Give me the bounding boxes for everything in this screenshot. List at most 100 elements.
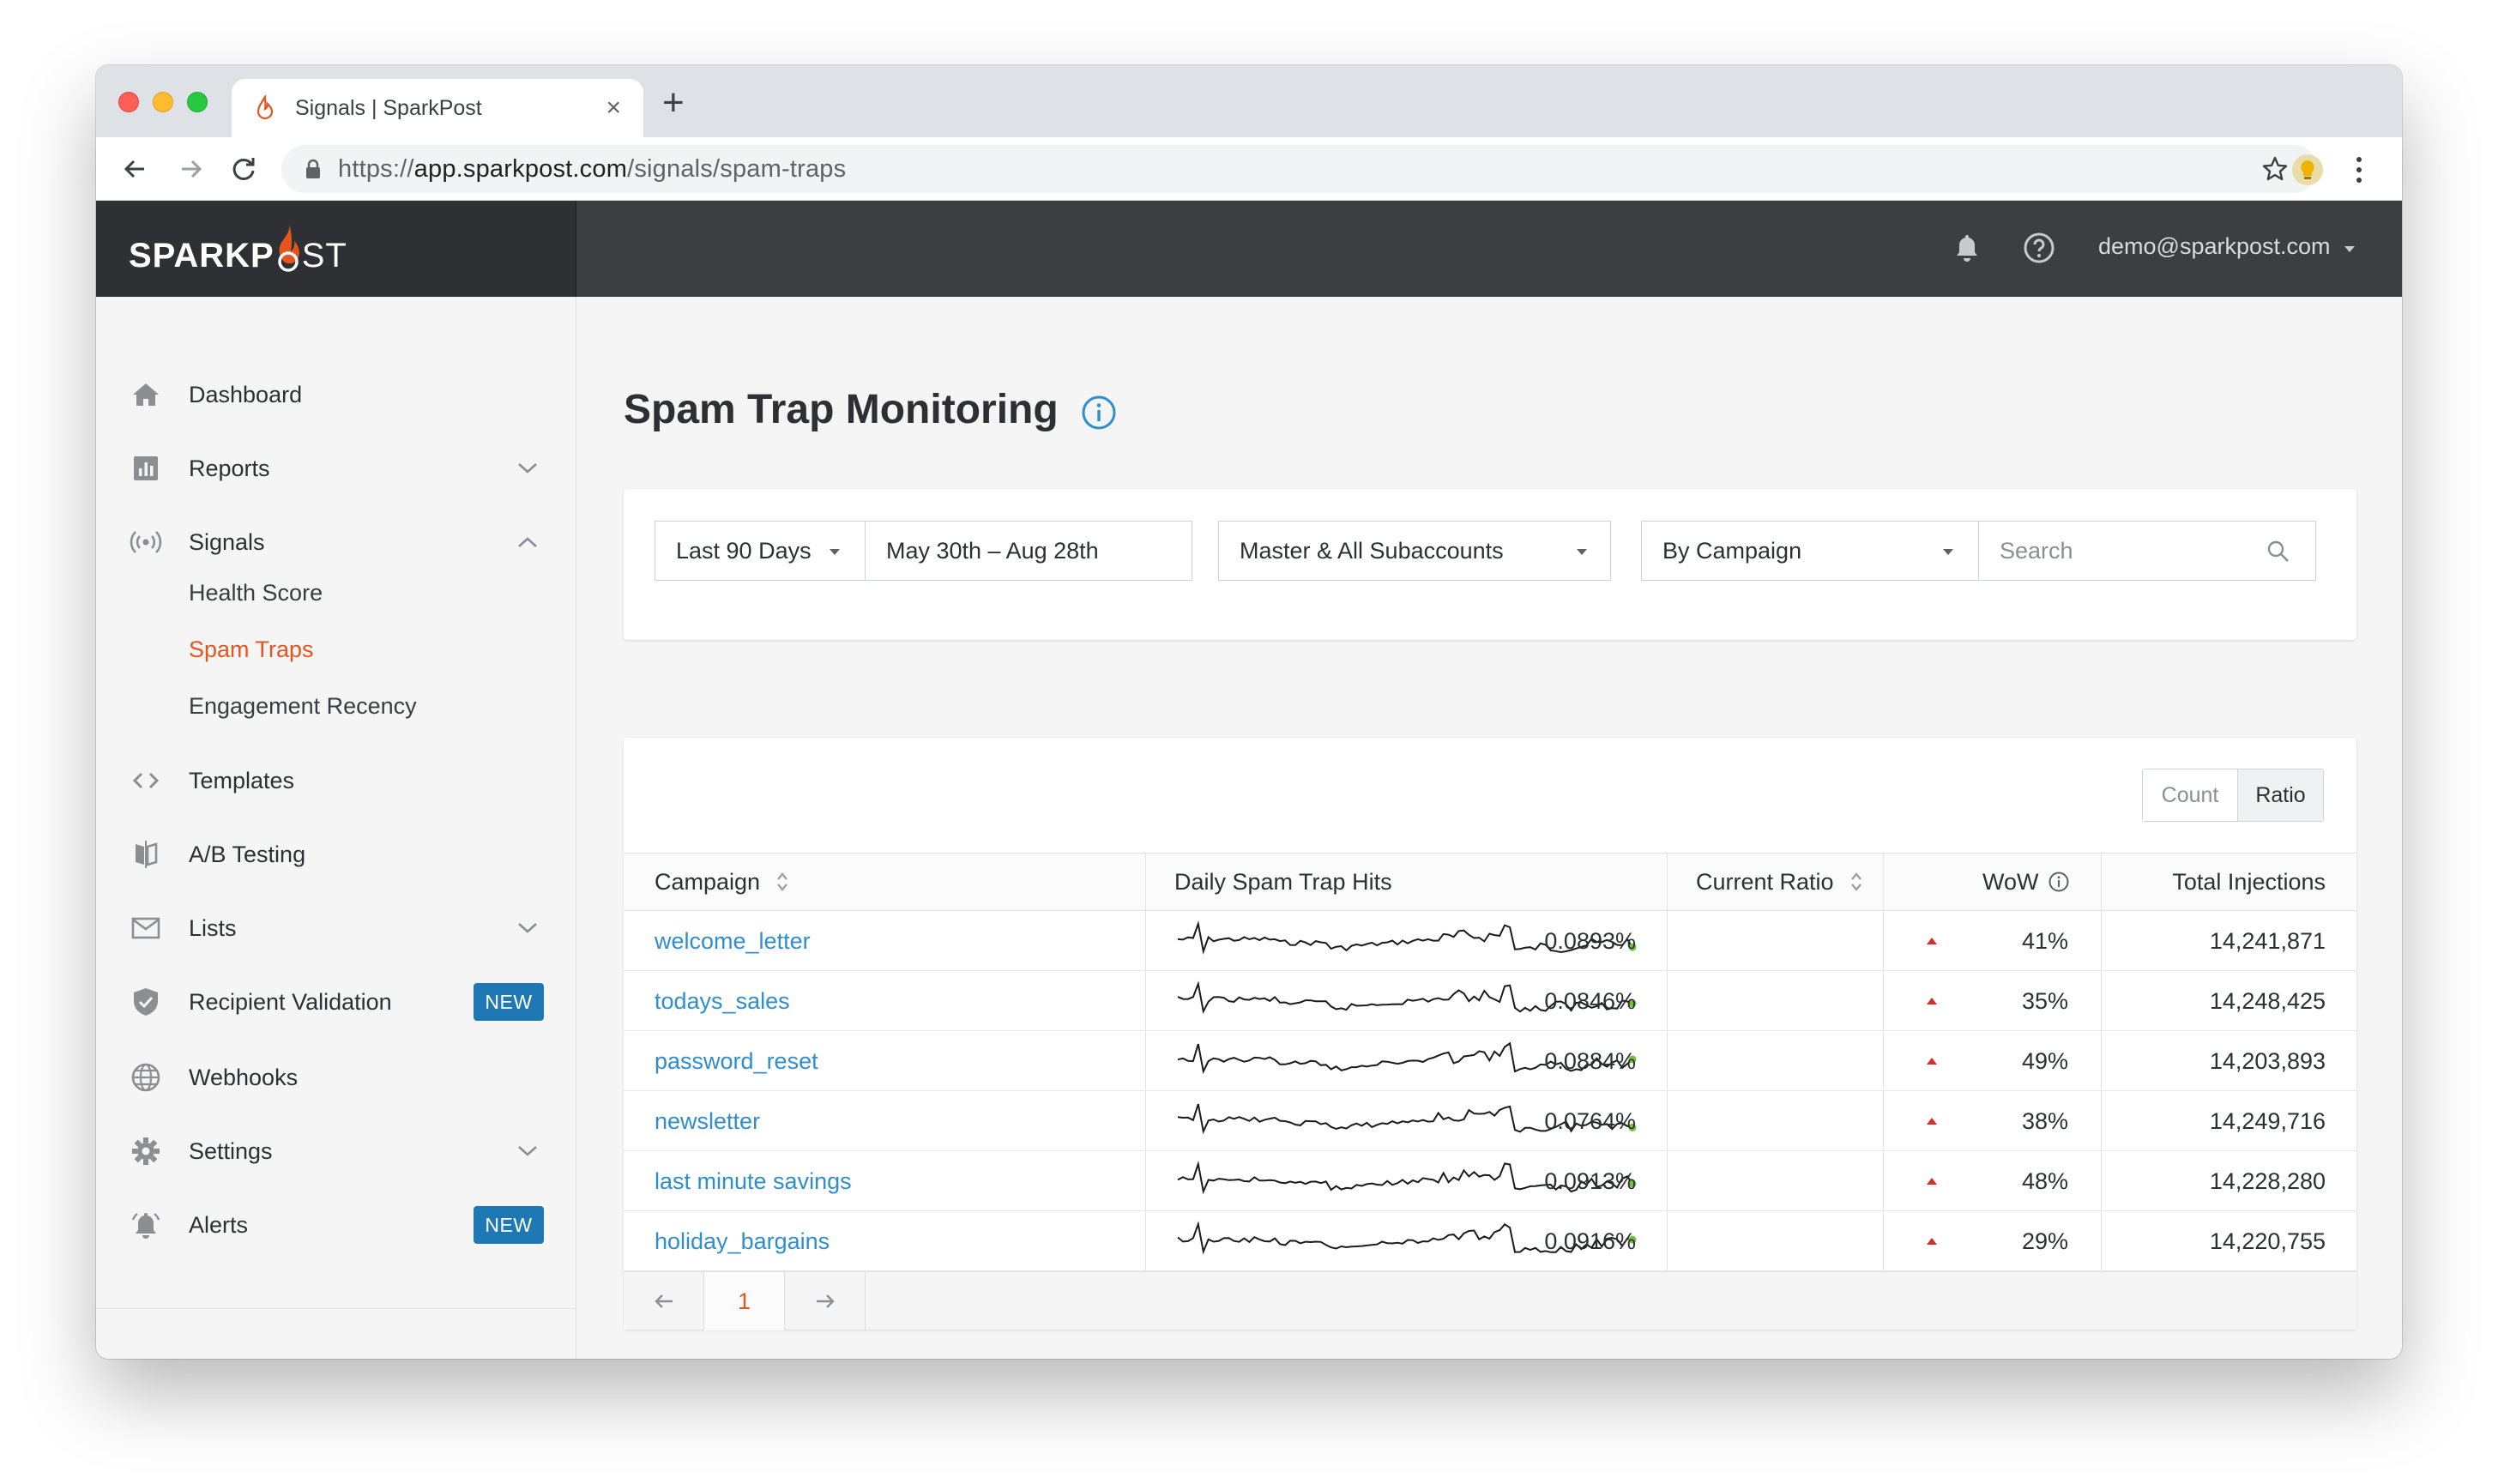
table-row: last minute savings 0.0913% 48% 14,228,280 (624, 1151, 2356, 1211)
sort-icon[interactable] (1849, 870, 1863, 894)
forward-arrow-icon[interactable] (173, 152, 208, 186)
sidebar-item-reports[interactable]: Reports (96, 441, 576, 496)
page-number-button[interactable]: 1 (704, 1272, 785, 1330)
next-page-button[interactable] (785, 1272, 866, 1330)
address-bar[interactable]: https://app.sparkpost.com/signals/spam-t… (281, 145, 2318, 193)
campaign-link[interactable]: newsletter (655, 1108, 760, 1135)
trend-up-icon (1927, 938, 1937, 944)
chevron-down-icon[interactable] (516, 461, 539, 475)
sidebar-label: Dashboard (189, 381, 303, 407)
column-label: Daily Spam Trap Hits (1174, 868, 1392, 895)
sidebar-label: Signals (189, 528, 265, 555)
kebab-menu-icon[interactable] (2354, 153, 2364, 187)
search-input[interactable]: Search (1978, 521, 2316, 581)
subaccount-select[interactable]: Master & All Subaccounts (1218, 521, 1611, 581)
star-icon[interactable] (2261, 155, 2289, 183)
sidebar-item-lists[interactable]: Lists (96, 901, 576, 956)
campaign-link[interactable]: todays_sales (655, 988, 790, 1015)
current-ratio: 0.0764% (1544, 1107, 1636, 1134)
sparkpost-logo[interactable]: SPARKP ST (129, 222, 347, 275)
sidebar-label: Recipient Validation (189, 988, 392, 1015)
date-picker-value: May 30th – Aug 28th (886, 537, 1099, 564)
reload-icon[interactable] (226, 152, 261, 186)
sidebar-item-alerts[interactable]: Alerts NEW (96, 1197, 576, 1252)
group-by-value: By Campaign (1662, 537, 1802, 564)
ratio-toggle-button[interactable]: Ratio (2237, 769, 2323, 821)
bar-chart-icon (134, 456, 158, 480)
new-tab-icon[interactable]: + (662, 84, 685, 122)
campaign-link[interactable]: welcome_letter (655, 928, 811, 955)
sidebar-item-recipient-validation[interactable]: Recipient Validation NEW (96, 974, 576, 1029)
sidebar-label: A/B Testing (189, 841, 306, 867)
tab-title: Signals | SparkPost (295, 95, 482, 120)
sidebar-divider (96, 1308, 576, 1309)
wow-change: 48% (2021, 1167, 2068, 1194)
total-injections: 14,241,871 (2209, 927, 2326, 954)
trend-up-icon (1927, 1238, 1937, 1245)
browser-tab[interactable]: Signals | SparkPost × (232, 79, 643, 137)
group-by-select[interactable]: By Campaign (1641, 521, 1979, 581)
chevron-down-icon[interactable] (516, 921, 539, 935)
campaign-link[interactable]: last minute savings (655, 1168, 852, 1195)
sidebar-item-dashboard[interactable]: Dashboard (96, 367, 576, 422)
logo-area[interactable]: SPARKP ST (96, 201, 576, 297)
wow-change: 41% (2021, 927, 2068, 954)
column-label: Total Injections (2172, 868, 2326, 895)
campaign-link[interactable]: holiday_bargains (655, 1228, 830, 1255)
table-row: holiday_bargains 0.0916% 29% 14,220,755 (624, 1211, 2356, 1271)
code-icon (132, 772, 160, 789)
info-icon[interactable] (1080, 394, 1118, 431)
date-range-select[interactable]: Last 90 Days (655, 521, 866, 581)
column-header-campaign[interactable]: Campaign (655, 854, 789, 910)
back-arrow-icon[interactable] (118, 152, 153, 186)
sidebar-label: Reports (189, 455, 270, 481)
new-badge: NEW (474, 1206, 544, 1244)
tab-close-icon[interactable]: × (606, 95, 621, 121)
caret-down-icon[interactable] (2344, 245, 2356, 254)
chevron-down-icon[interactable] (516, 1144, 539, 1158)
help-icon[interactable] (2021, 230, 2057, 266)
minimize-window-button[interactable] (153, 92, 173, 112)
column-header-current-ratio[interactable]: Current Ratio (1696, 854, 1863, 910)
signal-icon (130, 531, 162, 553)
prev-page-button[interactable] (624, 1272, 704, 1330)
new-badge: NEW (474, 983, 544, 1021)
sort-icon[interactable] (775, 870, 789, 894)
maximize-window-button[interactable] (187, 92, 208, 112)
user-menu[interactable]: demo@sparkpost.com (2098, 233, 2331, 260)
sidebar-item-settings[interactable]: Settings (96, 1124, 576, 1179)
sidebar-item-templates[interactable]: Templates (96, 753, 576, 808)
search-icon[interactable] (2266, 539, 2291, 564)
bell-icon[interactable] (1949, 230, 1985, 266)
sidebar-item-ab-testing[interactable]: A/B Testing (96, 827, 576, 882)
ab-testing-icon (136, 841, 158, 868)
sidebar: Dashboard Reports Signals Health Score S… (96, 297, 576, 1359)
sidebar-subitem-health-score[interactable]: Health Score (189, 580, 323, 606)
extension-icon[interactable] (2292, 154, 2323, 185)
app-header: SPARKP ST demo@sparkpost.com (96, 201, 2402, 297)
column-label: Campaign (655, 868, 761, 895)
main-content: Spam Trap Monitoring Last 90 Days May 30… (577, 297, 2402, 1359)
close-window-button[interactable] (118, 92, 139, 112)
table-row: password_reset 0.0884% 49% 14,203,893 (624, 1031, 2356, 1091)
date-picker-input[interactable]: May 30th – Aug 28th (865, 521, 1192, 581)
column-header-wow: WoW (1982, 854, 2070, 910)
info-icon[interactable] (2048, 871, 2070, 893)
home-icon (133, 383, 159, 406)
sidebar-subitem-engagement-recency[interactable]: Engagement Recency (189, 693, 417, 720)
search-placeholder: Search (2000, 537, 2073, 564)
sidebar-item-webhooks[interactable]: Webhooks (96, 1050, 576, 1105)
chevron-up-icon[interactable] (516, 535, 539, 549)
lock-icon (306, 159, 320, 178)
trend-up-icon (1927, 998, 1937, 1004)
sidebar-subitem-spam-traps[interactable]: Spam Traps (189, 636, 314, 663)
date-range-value: Last 90 Days (676, 537, 812, 564)
sidebar-item-signals[interactable]: Signals (96, 515, 576, 570)
current-ratio: 0.0884% (1544, 1047, 1636, 1074)
trend-up-icon (1927, 1118, 1937, 1125)
campaign-link[interactable]: password_reset (655, 1048, 818, 1075)
results-table-card: Count Ratio Campaign Daily Spam Trap Hit… (624, 738, 2356, 1330)
subaccount-value: Master & All Subaccounts (1240, 537, 1504, 564)
pagination: 1 (624, 1271, 2356, 1330)
count-toggle-button[interactable]: Count (2143, 769, 2237, 821)
